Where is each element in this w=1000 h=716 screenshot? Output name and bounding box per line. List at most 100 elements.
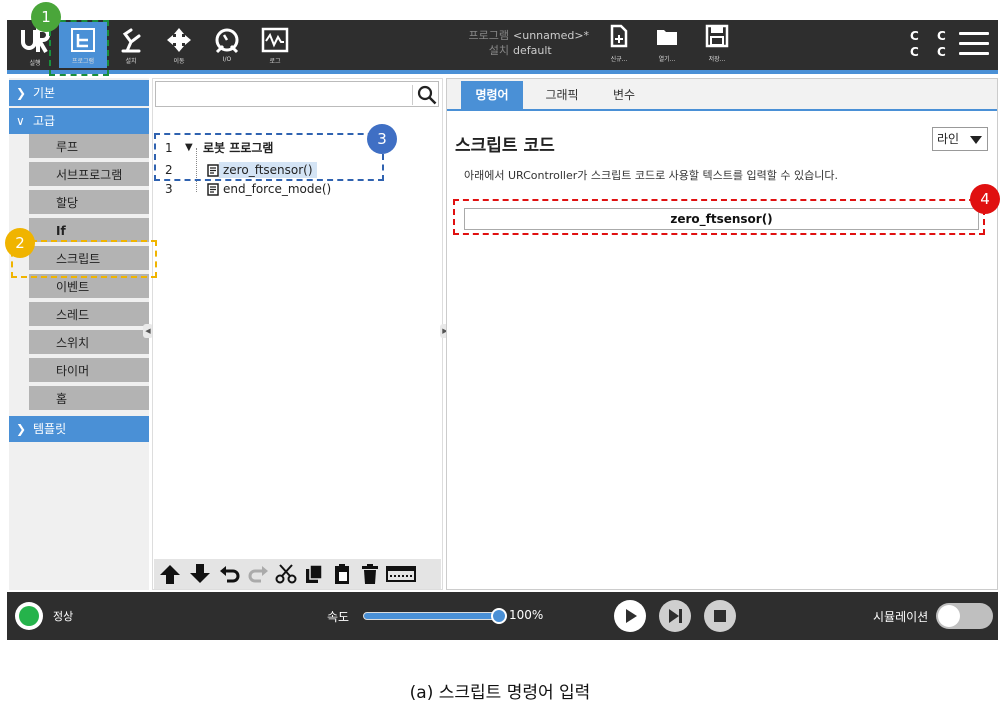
open-file-button[interactable]: 열기... <box>647 24 687 63</box>
tab-graphics[interactable]: 그래픽 <box>531 81 593 109</box>
annotation-badge-2: 2 <box>5 228 35 258</box>
chevron-right-icon: ❯ <box>16 86 27 100</box>
selected-tree-node[interactable]: zero_ftsensor() <box>219 162 317 178</box>
move-arrows-icon <box>167 28 191 52</box>
control-indicator-line2: C C <box>910 45 953 59</box>
node-loop[interactable]: 루프 <box>29 134 149 160</box>
program-info: 프로그램 <unnamed>* 설치 default <box>455 28 590 58</box>
search-icon[interactable] <box>417 85 437 105</box>
new-file-icon <box>610 24 628 48</box>
speed-value: 100% <box>509 608 544 622</box>
script-mode-value: 라인 <box>937 132 960 146</box>
tree-node-label: 로봇 프로그램 <box>203 141 274 155</box>
delete-trash-icon[interactable] <box>358 563 382 585</box>
node-if[interactable]: If <box>29 218 149 244</box>
tree-search-input[interactable] <box>155 81 439 107</box>
log-waveform-icon <box>261 27 289 53</box>
script-code-title: 스크립트 코드 <box>455 136 555 156</box>
nav-io-label: I/O <box>222 56 232 63</box>
copy-icon[interactable] <box>302 563 326 585</box>
category-basic[interactable]: ❯ 기본 <box>9 80 149 106</box>
top-bar: 실행 프로그램 설치 이동 I/O 로그 프로그램 <unnamed>* 설치 … <box>7 20 998 70</box>
step-forward-icon <box>669 609 682 623</box>
node-home[interactable]: 홈 <box>29 386 149 412</box>
node-timer[interactable]: 타이머 <box>29 358 149 384</box>
speed-slider-handle[interactable] <box>491 608 507 624</box>
nav-move-button[interactable]: 이동 <box>155 22 203 68</box>
robot-status-indicator[interactable] <box>15 602 43 630</box>
nav-move-label: 이동 <box>173 58 185 65</box>
tab-command[interactable]: 명령어 <box>461 81 523 109</box>
category-advanced[interactable]: ∨ 고급 <box>9 108 149 134</box>
nav-installation-button[interactable]: 설치 <box>107 22 155 68</box>
move-up-icon[interactable] <box>158 563 182 585</box>
node-event[interactable]: 이벤트 <box>29 274 149 300</box>
suppress-icon[interactable] <box>386 563 416 585</box>
nav-program-button[interactable]: 프로그램 <box>59 22 107 68</box>
new-file-button[interactable]: 신규... <box>599 24 639 63</box>
category-advanced-label: 고급 <box>33 114 56 128</box>
paste-icon[interactable] <box>330 563 354 585</box>
save-file-button[interactable]: 저장... <box>697 24 737 63</box>
tree-row-end-force-mode[interactable]: 3 end_force_mode() <box>165 180 365 198</box>
chevron-down-icon: ∨ <box>16 114 25 128</box>
step-button[interactable] <box>659 600 691 632</box>
footer-bar: 정상 속도 100% 시뮬레이션 <box>7 592 998 640</box>
move-down-icon[interactable] <box>188 563 212 585</box>
program-nodes-panel: ❯ 기본 ∨ 고급 루프 서브프로그램 할당 If 스크립트 이벤트 스레드 스… <box>9 78 149 590</box>
stop-icon <box>714 610 726 622</box>
save-file-label: 저장... <box>708 56 726 63</box>
simulation-toggle[interactable] <box>936 603 993 629</box>
installation-key: 설치 <box>488 44 509 57</box>
node-assignment[interactable]: 할당 <box>29 190 149 216</box>
io-gauge-icon <box>215 28 239 54</box>
category-basic-label: 기본 <box>33 86 56 100</box>
script-code-input[interactable]: zero_ftsensor() <box>464 208 979 230</box>
node-subprogram[interactable]: 서브프로그램 <box>29 162 149 188</box>
save-disk-icon <box>705 24 729 48</box>
program-tree-icon <box>71 28 95 52</box>
nav-program-label: 프로그램 <box>71 58 95 65</box>
play-button[interactable] <box>614 600 646 632</box>
nav-log-label: 로그 <box>269 58 281 65</box>
node-script[interactable]: 스크립트 <box>29 246 149 272</box>
editor-tabs: 명령어 그래픽 변수 <box>447 79 997 109</box>
nav-io-button[interactable]: I/O <box>203 22 251 68</box>
folder-icon <box>657 30 677 45</box>
chevron-right-icon: ❯ <box>16 422 27 436</box>
app-window: 실행 프로그램 설치 이동 I/O 로그 프로그램 <unnamed>* 설치 … <box>5 2 1000 640</box>
hamburger-menu-icon[interactable] <box>959 32 989 56</box>
topbar-accent-line <box>7 70 998 74</box>
tab-variables[interactable]: 변수 <box>599 81 649 109</box>
redo-icon[interactable] <box>246 563 270 585</box>
tree-toolbar <box>154 559 441 589</box>
script-node-icon <box>207 183 219 196</box>
tree-line-number: 1 <box>165 141 173 155</box>
annotation-badge-3: 3 <box>367 124 397 154</box>
tree-row-robot-program[interactable]: 1 ▼ 로봇 프로그램 <box>165 139 365 157</box>
stop-button[interactable] <box>704 600 736 632</box>
cut-scissors-icon[interactable] <box>274 563 298 585</box>
nav-log-button[interactable]: 로그 <box>251 22 299 68</box>
category-templates[interactable]: ❯ 템플릿 <box>9 416 149 442</box>
tree-line-number: 2 <box>165 163 173 177</box>
annotation-badge-1: 1 <box>31 2 61 32</box>
script-node-icon <box>207 164 219 177</box>
collapse-triangle-icon[interactable]: ▼ <box>185 139 193 157</box>
installation-value: default <box>513 44 552 57</box>
speed-slider-track[interactable] <box>363 612 501 620</box>
open-file-label: 열기... <box>658 56 676 63</box>
undo-icon[interactable] <box>218 563 242 585</box>
script-mode-dropdown[interactable]: 라인 <box>932 127 988 151</box>
tab-underline <box>447 109 997 111</box>
node-switch[interactable]: 스위치 <box>29 330 149 356</box>
program-key: 프로그램 <box>468 29 509 42</box>
control-indicator-line1: C C <box>910 29 953 43</box>
program-tree-panel: 1 ▼ 로봇 프로그램 2 zero_ftsensor() 3 end_forc… <box>152 78 443 590</box>
node-thread[interactable]: 스레드 <box>29 302 149 328</box>
nav-run-label: 실행 <box>29 60 41 67</box>
script-description: 아래에서 URController가 스크립트 코드로 사용할 텍스트를 입력할… <box>464 169 838 182</box>
annotation-badge-4: 4 <box>970 184 1000 214</box>
robot-status-text: 정상 <box>53 610 74 623</box>
nav-installation-label: 설치 <box>125 58 137 65</box>
